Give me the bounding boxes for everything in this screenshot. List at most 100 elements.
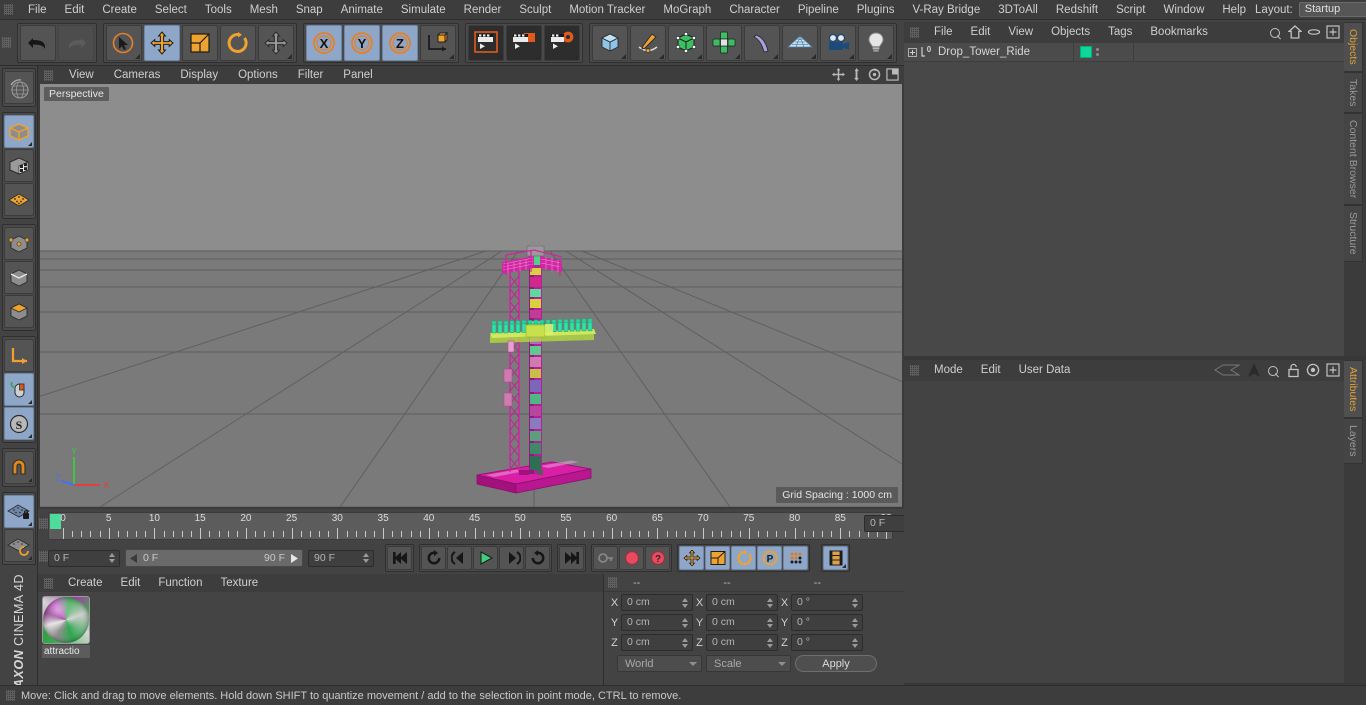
expand-icon[interactable] [908,47,917,57]
viewport-menu-filter[interactable]: Filter [288,66,334,84]
menu-item-mograph[interactable]: MoGraph [654,0,720,20]
menu-item-edit[interactable]: Edit [56,0,94,20]
lock-x-axis-button[interactable]: X [306,24,342,61]
render-settings-button[interactable] [544,24,580,61]
tab-takes[interactable]: Takes [1344,71,1363,114]
apply-button[interactable]: Apply [795,655,877,672]
spinner-icon[interactable] [682,637,689,648]
rotation-key-button[interactable] [731,546,756,570]
spinner-icon[interactable] [852,617,859,628]
menu-item-character[interactable]: Character [720,0,789,20]
history-icon[interactable] [1213,362,1241,381]
rotate-tool-button[interactable] [220,24,256,61]
menu-item-animate[interactable]: Animate [332,0,392,20]
undo-button[interactable] [20,24,56,61]
enable-axis-modification-button[interactable] [3,339,34,372]
add-array-button[interactable] [706,24,742,61]
viewport-menu-panel[interactable]: Panel [333,66,382,84]
lock-z-axis-button[interactable]: Z [382,24,418,61]
tab-structure[interactable]: Structure [1344,205,1363,262]
material-item[interactable]: attractio [42,596,90,658]
menu-item-sculpt[interactable]: Sculpt [510,0,560,20]
end-frame-field[interactable]: 90 F [308,549,374,567]
menu-item-render[interactable]: Render [455,0,511,20]
menu-item-pipeline[interactable]: Pipeline [789,0,848,20]
menu-item-create[interactable]: Create [93,0,146,20]
object-menu-objects[interactable]: Objects [1042,22,1099,43]
object-tag-cell[interactable] [1074,43,1134,61]
size-mode-dropdown[interactable]: Scale [706,655,791,672]
tab-objects[interactable]: Objects [1344,22,1363,72]
object-menu-tags[interactable]: Tags [1099,22,1141,43]
coordinate-system-dropdown[interactable]: World [617,655,702,672]
viewport-menu-display[interactable]: Display [170,66,228,84]
menu-item-motion-tracker[interactable]: Motion Tracker [560,0,654,20]
maximize-icon[interactable] [886,68,899,81]
add-spline-button[interactable] [630,24,666,61]
add-generator-button[interactable] [668,24,704,61]
viewport-gripper[interactable] [44,69,53,81]
scale-tool-button[interactable] [182,24,218,61]
snap-settings-button[interactable]: S [3,407,34,440]
target-icon[interactable] [1306,363,1320,380]
object-menu-file[interactable]: File [925,22,962,43]
menu-item-tools[interactable]: Tools [196,0,241,20]
make-editable-button[interactable] [3,115,34,148]
lock-y-axis-button[interactable]: Y [344,24,380,61]
toolbar-gripper[interactable] [2,37,11,48]
rotation-x-field[interactable]: 0 ° [791,594,863,611]
menu-item-snap[interactable]: Snap [287,0,332,20]
tab-attributes[interactable]: Attributes [1344,360,1363,419]
viewport-3d-canvas[interactable]: Perspective Grid Spacing : 1000 cm Y X Z [40,84,902,507]
menu-item-script[interactable]: Script [1107,0,1154,20]
undo-view-button[interactable] [3,71,34,104]
pan-icon[interactable] [832,68,845,81]
add-light-button[interactable] [858,24,894,61]
material-gripper[interactable] [44,577,53,589]
table-row[interactable]: 0 Drop_Tower_Ride [904,43,1344,62]
attribute-manager-body[interactable] [904,381,1344,683]
search-icon[interactable] [1269,27,1283,41]
viewport-menu-view[interactable]: View [59,66,104,84]
workplane-lock-button[interactable] [3,495,34,528]
tab-layers[interactable]: Layers [1344,418,1363,464]
object-menu-bookmarks[interactable]: Bookmarks [1141,22,1217,43]
tab-content-browser[interactable]: Content Browser [1344,113,1363,206]
size-y-field[interactable]: 0 cm [706,614,778,631]
render-view-button[interactable] [468,24,504,61]
object-manager-gripper[interactable] [910,27,919,38]
attribute-menu-user-data[interactable]: User Data [1010,360,1080,381]
move-tool-button[interactable] [144,24,180,61]
search-icon[interactable] [1267,365,1281,379]
next-frame-button[interactable] [499,546,524,570]
scale-key-button[interactable] [705,546,730,570]
menu-item-mesh[interactable]: Mesh [241,0,287,20]
timeline-ruler[interactable]: 051015202530354045505560657075808590 [48,512,893,540]
position-key-button[interactable] [679,546,704,570]
go-to-end-button[interactable] [559,546,584,570]
point-level-animation-button[interactable] [783,546,808,570]
edges-mode-button[interactable] [3,261,34,294]
drag-tool-button[interactable] [258,24,294,61]
spinner-icon[interactable] [852,597,859,608]
object-tree[interactable]: 0 Drop_Tower_Ride [904,43,1344,356]
redo-button[interactable] [58,24,94,61]
play-backwards-loop-button[interactable] [421,546,446,570]
spinner-icon[interactable] [767,617,774,628]
timeline-filmstrip-button[interactable] [823,546,848,570]
position-y-field[interactable]: 0 cm [621,614,693,631]
material-menu-texture[interactable]: Texture [211,574,267,592]
status-bar-gripper[interactable] [6,690,15,701]
material-menu-create[interactable]: Create [59,574,112,592]
autokeying-button[interactable] [619,546,644,570]
arrow-up-icon[interactable] [1247,362,1261,381]
maximize-icon[interactable] [1326,363,1340,380]
material-tag-icon[interactable] [1080,46,1092,58]
position-z-field[interactable]: 0 cm [621,634,693,651]
material-list[interactable]: attractio [38,592,603,685]
menu-item-plugins[interactable]: Plugins [848,0,904,20]
play-forward-loop-button[interactable] [525,546,550,570]
keyframe-selection-button[interactable]: ? [645,546,670,570]
attribute-menu-mode[interactable]: Mode [925,360,972,381]
menu-item-file[interactable]: File [19,0,56,20]
